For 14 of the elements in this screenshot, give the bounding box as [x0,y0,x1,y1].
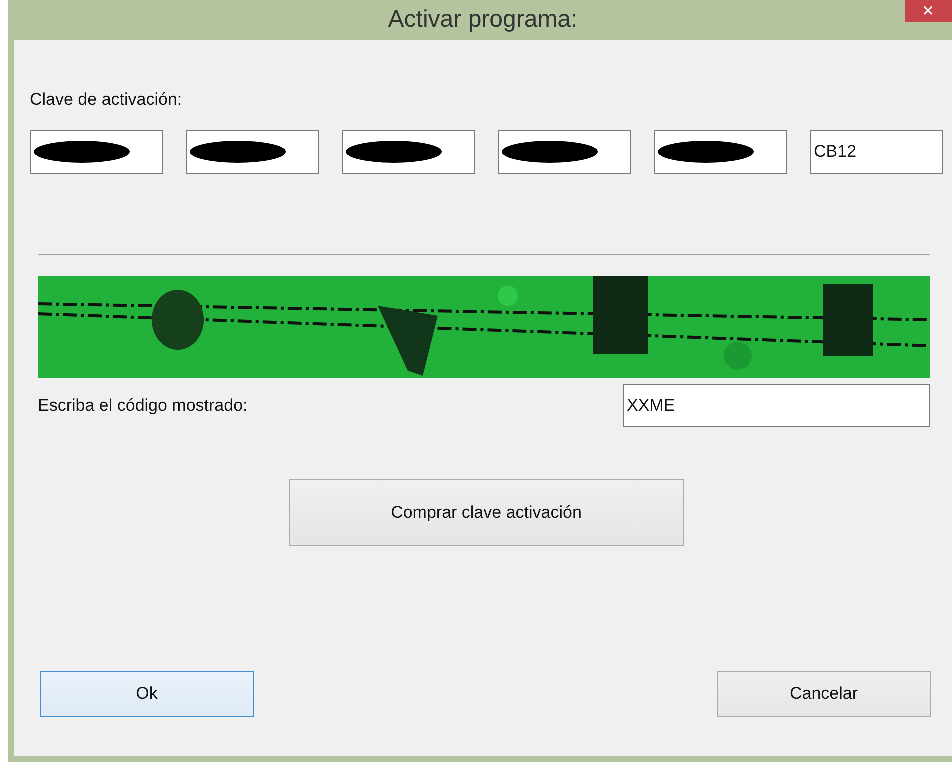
key-field[interactable] [30,130,163,174]
ok-button[interactable]: Ok [40,671,254,717]
cancel-button[interactable]: Cancelar [717,671,931,717]
window-title: Activar programa: [388,6,578,34]
key-field[interactable]: CB12 [810,130,943,174]
buy-key-button[interactable]: Comprar clave activación [289,479,684,546]
key-field[interactable] [498,130,631,174]
key-field[interactable] [186,130,319,174]
key-field[interactable] [342,130,475,174]
code-field[interactable]: XXME [623,384,930,427]
key-label: Clave de activación: [30,90,182,110]
key-field[interactable] [654,130,787,174]
close-button[interactable]: ✕ [905,0,952,22]
code-label: Escriba el código mostrado: [38,396,248,417]
